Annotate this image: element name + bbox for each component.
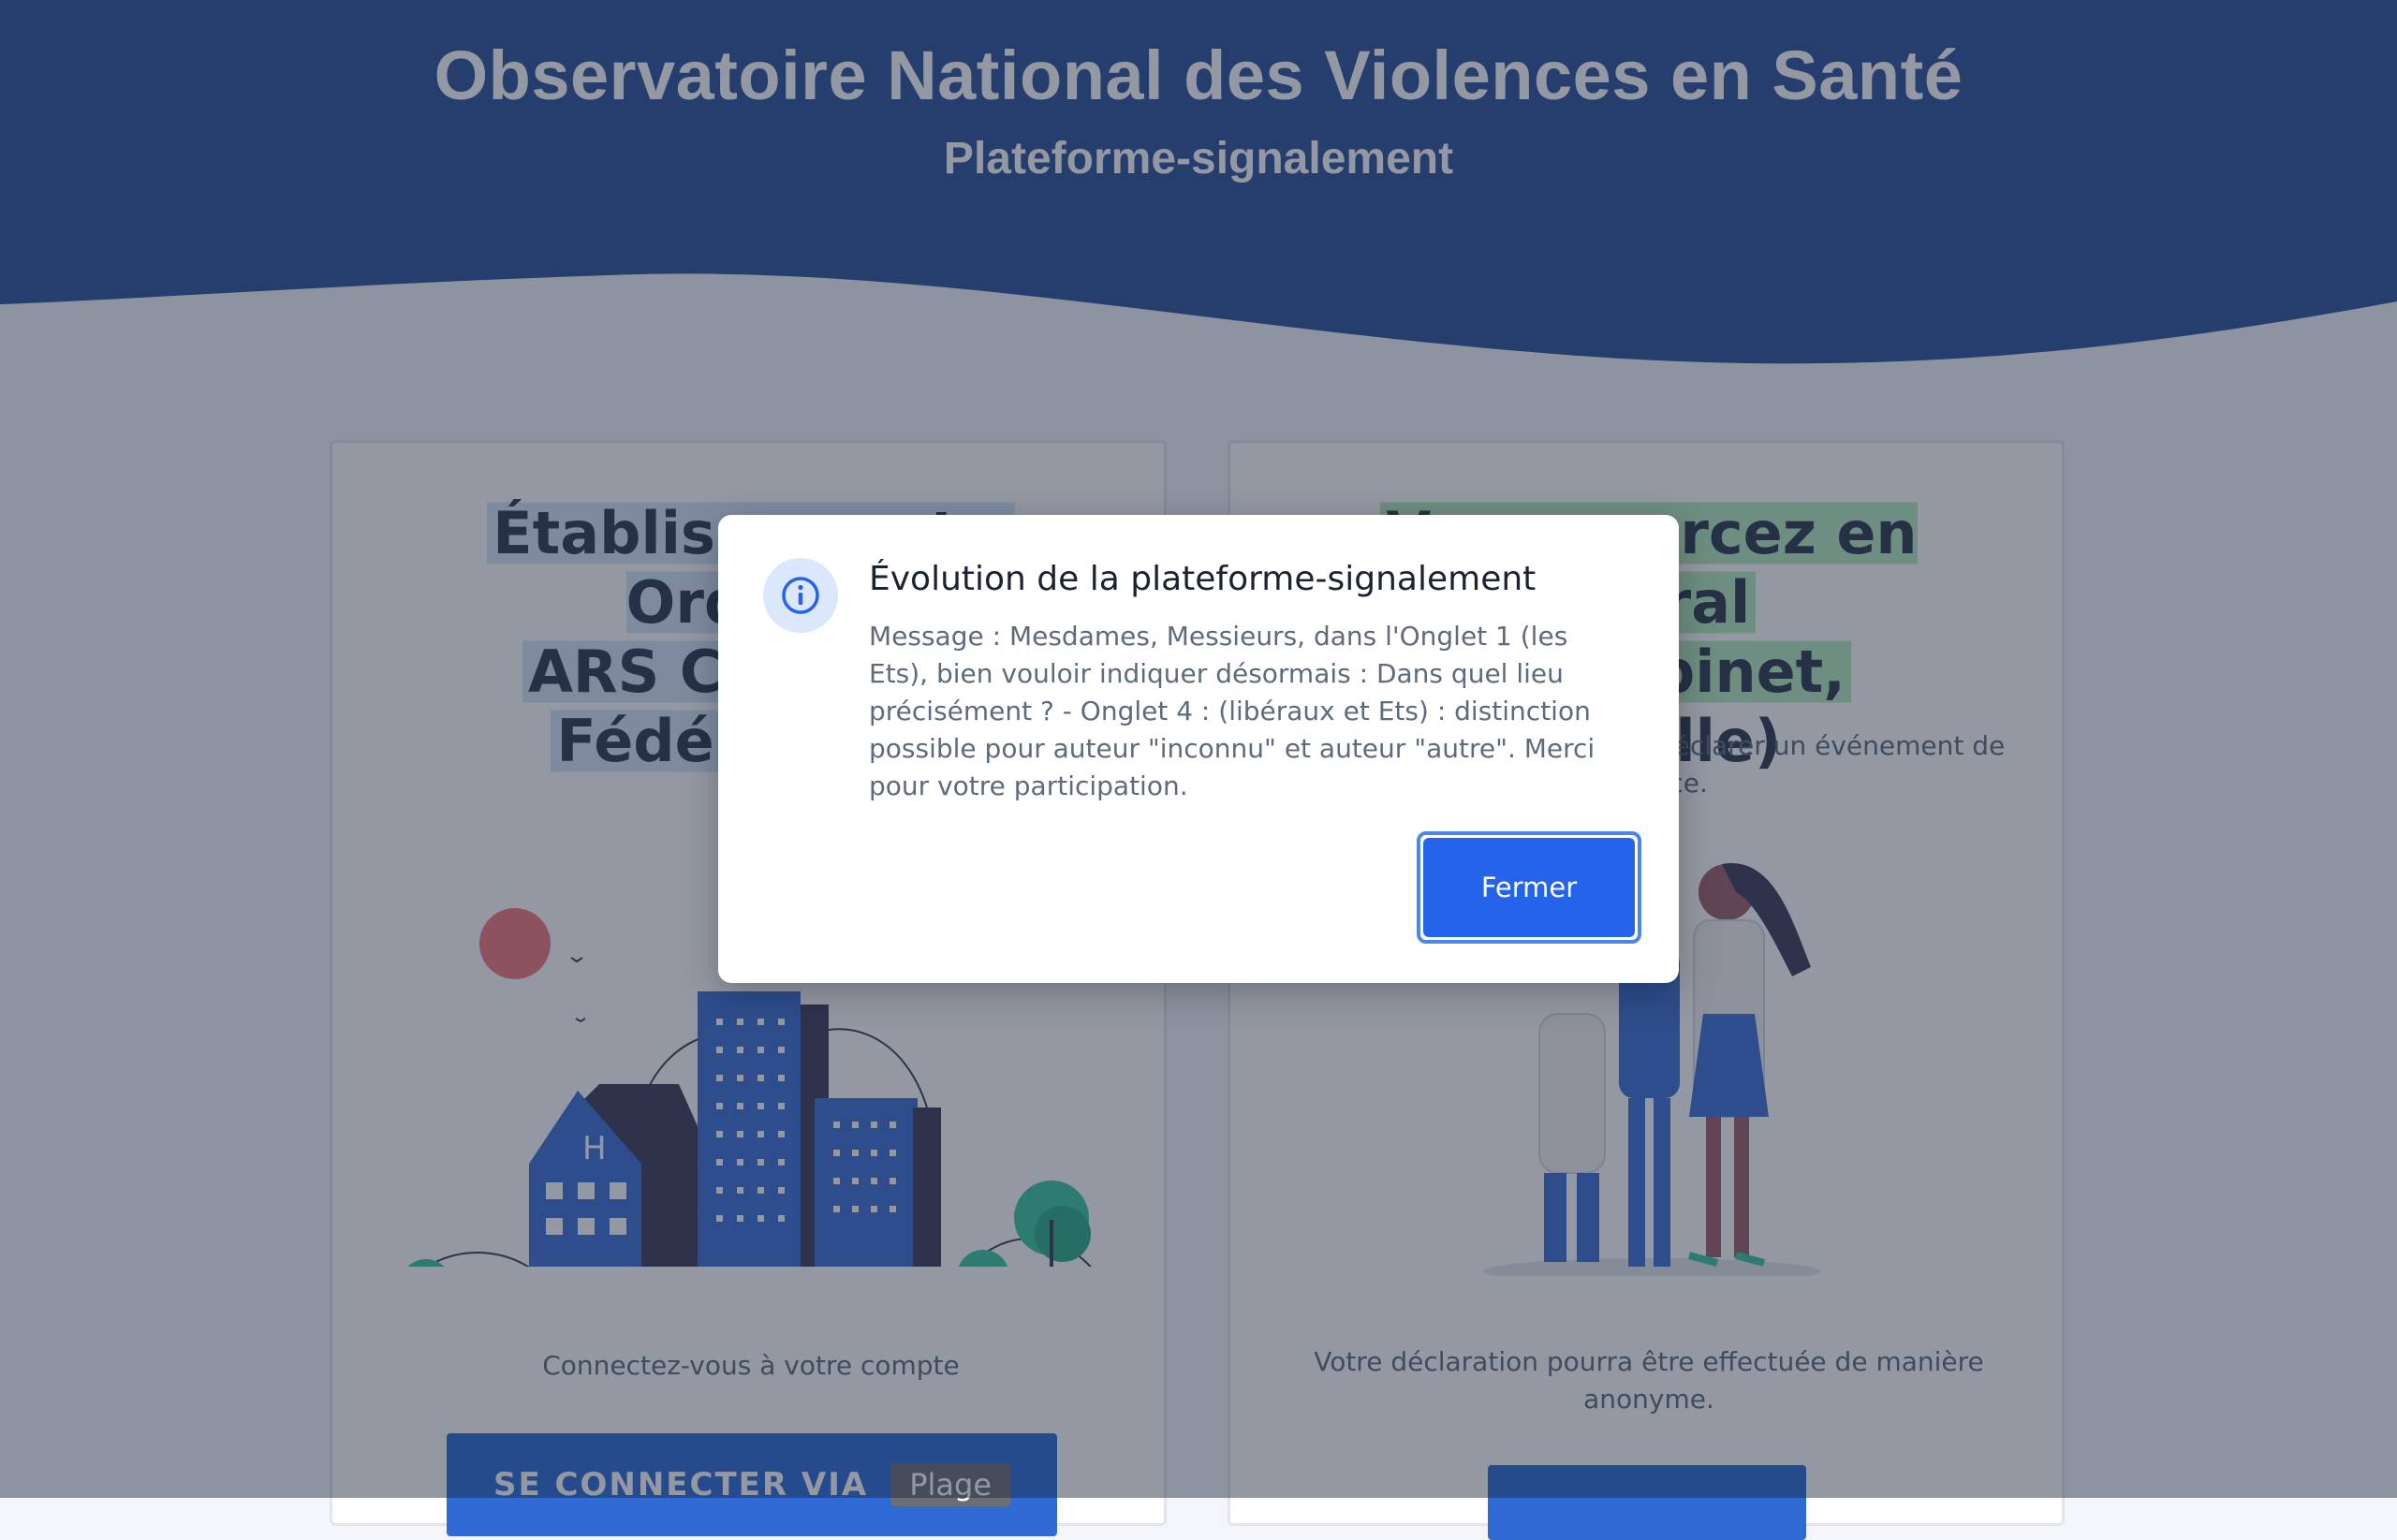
announcement-dialog: Évolution de la plateforme-signalement M… [718,515,1679,983]
dialog-title: Évolution de la plateforme-signalement [869,560,1537,598]
info-icon [763,558,838,633]
close-button-label: Fermer [1423,838,1635,937]
dialog-message: Message : Mesdames, Messieurs, dans l'On… [869,621,1596,801]
close-button[interactable]: Fermer [1417,831,1641,944]
